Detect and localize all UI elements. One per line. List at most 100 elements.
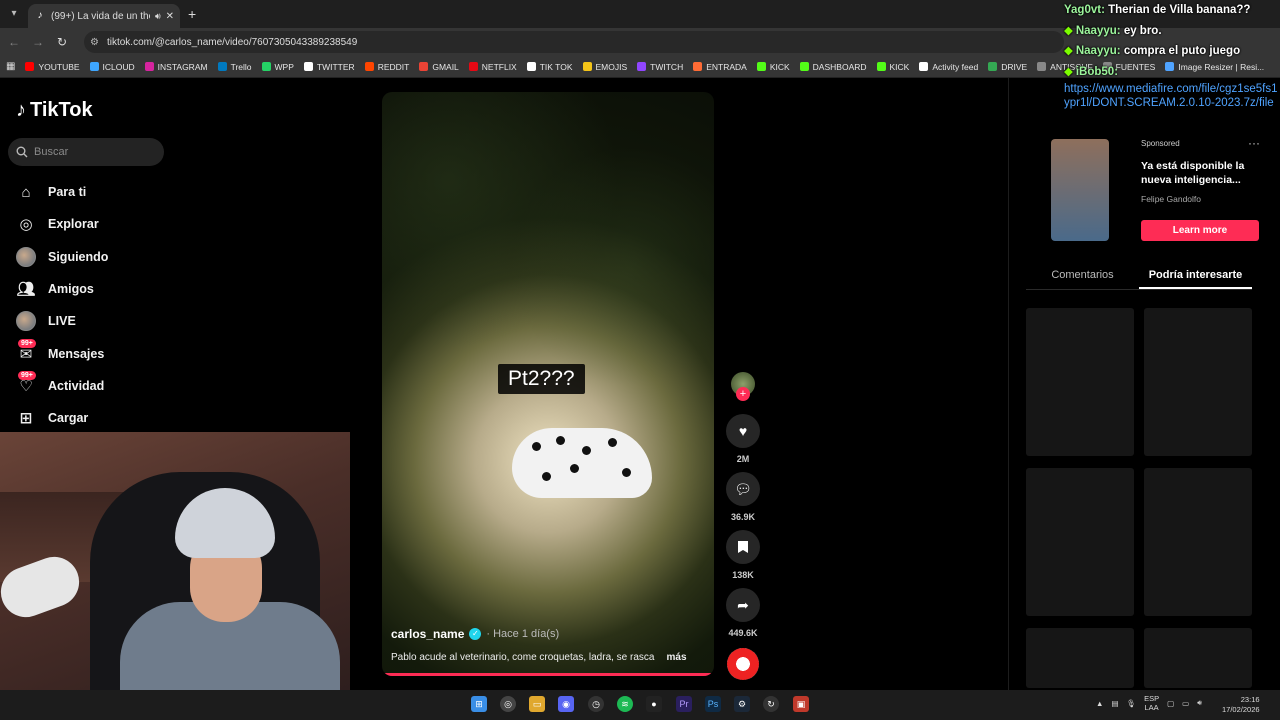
sidebar-item-mensajes[interactable]: ✉ 99+ Mensajes bbox=[16, 337, 216, 369]
apps-icon[interactable]: ▦ bbox=[6, 61, 15, 72]
tiktok-logo[interactable]: ♪ TikTok bbox=[16, 99, 93, 122]
windows-start-icon[interactable]: ⊞ bbox=[471, 696, 487, 712]
site-info-icon[interactable]: ⚙︎ bbox=[90, 37, 99, 48]
bookmark-item[interactable]: DASHBOARD bbox=[799, 62, 867, 72]
bookmark-label: Trello bbox=[230, 61, 252, 72]
bookmark-item[interactable]: TWITCH bbox=[637, 62, 683, 72]
audio-icon[interactable]: 🔊︎ bbox=[155, 11, 161, 22]
comment-icon[interactable]: 💬︎ bbox=[726, 472, 760, 506]
flag-icon[interactable]: ▤ bbox=[1111, 699, 1118, 708]
save-count: 138K bbox=[732, 570, 754, 580]
system-clock[interactable]: 23:16 17/02/2026 bbox=[1222, 695, 1260, 715]
share-icon[interactable]: ➦ bbox=[726, 588, 760, 622]
right-panel-tabs: Comentarios Podría interesarte bbox=[1026, 262, 1252, 290]
bookmark-item[interactable]: KICK bbox=[876, 62, 909, 72]
author-name[interactable]: carlos_name bbox=[391, 627, 464, 641]
bookmark-label: YOUTUBE bbox=[38, 61, 80, 72]
chat-username: Naayyu: bbox=[1075, 45, 1121, 57]
network-icon[interactable]: ▭ bbox=[1182, 699, 1189, 708]
bookmark-item[interactable]: Trello bbox=[217, 61, 252, 72]
sidebar-item-explorar[interactable]: ◎ Explorar bbox=[16, 208, 216, 240]
bookmark-item[interactable]: TIK TOK bbox=[526, 61, 573, 72]
video-progress-bar[interactable] bbox=[382, 673, 714, 676]
chat-icon[interactable]: ▢ bbox=[1167, 699, 1174, 708]
premiere-pro-icon[interactable]: Pr bbox=[676, 696, 692, 712]
microphone-icon[interactable]: 🎙︎ bbox=[1127, 699, 1137, 708]
tab-comments[interactable]: Comentarios bbox=[1026, 262, 1139, 289]
comment-count: 36.9K bbox=[730, 512, 756, 522]
learn-more-button[interactable]: Learn more bbox=[1141, 220, 1259, 241]
video-placeholder bbox=[1144, 468, 1252, 616]
sidebar-item-actividad[interactable]: ♡ 99+ Actividad bbox=[16, 370, 216, 402]
sponsored-ad[interactable]: Sponsored ··· Ya está disponible la nuev… bbox=[1026, 134, 1262, 246]
heart-icon[interactable]: ♥ bbox=[726, 414, 760, 448]
tab-recommended[interactable]: Podría interesarte bbox=[1139, 262, 1252, 289]
bookmark-item[interactable]: ENTRADA bbox=[693, 62, 747, 72]
search-input[interactable]: Buscar bbox=[8, 138, 164, 166]
lang-code: ESP bbox=[1144, 694, 1160, 703]
refresh-app-icon[interactable]: ↻ bbox=[763, 696, 779, 712]
chat-link[interactable]: https://www.mediafire.com/file/cgz1se5fs… bbox=[1064, 82, 1280, 110]
save-action: 138K bbox=[726, 530, 760, 580]
close-tab-icon[interactable]: ✕ bbox=[166, 11, 174, 22]
sidebar-item-label: Cargar bbox=[48, 411, 89, 426]
tab-search-icon[interactable]: ▾ bbox=[6, 6, 22, 22]
new-tab-button[interactable]: + bbox=[188, 6, 196, 22]
language-indicator[interactable]: ESP LAA bbox=[1144, 694, 1159, 712]
sidebar-item-para-ti[interactable]: ⌂ Para ti bbox=[16, 176, 216, 208]
file-explorer-icon[interactable]: ▭ bbox=[529, 696, 545, 712]
sidebar-item-amigos[interactable]: 👥︎ Amigos bbox=[16, 273, 216, 305]
creator-avatar[interactable]: + bbox=[731, 372, 755, 401]
bookmark-label: KICK bbox=[769, 61, 790, 72]
bookmark-item[interactable]: WPP bbox=[261, 62, 294, 72]
sidebar-item-siguiendo[interactable]: Siguiendo bbox=[16, 241, 216, 273]
chrome-icon[interactable]: ◎ bbox=[500, 696, 516, 712]
bookmark-item[interactable]: YOUTUBE bbox=[25, 61, 80, 72]
music-disc-icon[interactable] bbox=[727, 648, 759, 680]
sidebar-item-label: Amigos bbox=[48, 282, 94, 297]
volume-icon[interactable]: 🔊︎ bbox=[1197, 698, 1202, 708]
back-icon[interactable]: ← bbox=[6, 34, 22, 50]
photoshop-icon[interactable]: Ps bbox=[705, 696, 721, 712]
reload-icon[interactable]: ↻ bbox=[54, 34, 70, 50]
sidebar-item-label: LIVE bbox=[48, 314, 76, 329]
like-action: ♥ 2M bbox=[726, 414, 760, 464]
more-options-icon[interactable]: ··· bbox=[1248, 136, 1260, 150]
forward-icon[interactable]: → bbox=[30, 34, 46, 50]
clock-app-icon[interactable]: ◷ bbox=[588, 696, 604, 712]
bookmark-item[interactable]: ICLOUD bbox=[89, 62, 135, 72]
ad-thumbnail[interactable] bbox=[1051, 139, 1109, 241]
sidebar-item-cargar[interactable]: ⊞ Cargar bbox=[16, 402, 216, 434]
steam-icon[interactable]: ⚙ bbox=[734, 696, 750, 712]
video-player[interactable]: Pt2??? carlos_name ✓ · Hace 1 día(s) Pab… bbox=[382, 92, 714, 676]
chat-text: compra el puto juego bbox=[1123, 45, 1241, 57]
discord-icon[interactable]: ◉ bbox=[558, 696, 574, 712]
spotify-icon[interactable]: ≋ bbox=[617, 696, 633, 712]
bookmark-item[interactable]: DRIVE bbox=[988, 62, 1027, 72]
logo-text: TikTok bbox=[30, 99, 93, 121]
bookmark-item[interactable]: TWITTER bbox=[303, 62, 355, 72]
chevron-up-icon[interactable]: ▲ bbox=[1096, 699, 1103, 708]
bookmark-label: EMOJIS bbox=[595, 61, 628, 72]
chat-username: iBob50: bbox=[1075, 65, 1119, 78]
browser-tab[interactable]: ♪ (99+) La vida de un therian 🔊︎ ✕ bbox=[28, 4, 180, 28]
url-input[interactable]: ⚙︎ tiktok.com/@carlos_name/video/7607305… bbox=[84, 31, 1064, 53]
voicemod-icon[interactable]: ▣ bbox=[793, 696, 809, 712]
sidebar-item-live[interactable]: LIVE bbox=[16, 305, 216, 337]
video-placeholder bbox=[1026, 308, 1134, 456]
bookmark-label: DRIVE bbox=[1001, 61, 1028, 72]
more-link[interactable]: más bbox=[666, 652, 686, 663]
bookmark-label: TIK TOK bbox=[539, 61, 573, 72]
bookmark-item[interactable]: REDDIT bbox=[364, 62, 409, 72]
bookmark-item[interactable]: EMOJIS bbox=[582, 61, 628, 72]
bookmark-item[interactable]: KICK bbox=[756, 61, 790, 72]
follow-plus-icon[interactable]: + bbox=[736, 387, 750, 401]
bookmark-item[interactable]: INSTAGRAM bbox=[144, 62, 208, 72]
posted-time: · Hace 1 día(s) bbox=[486, 628, 560, 640]
bookmark-item[interactable]: GMAIL bbox=[419, 62, 459, 72]
bookmark-icon[interactable] bbox=[726, 530, 760, 564]
bookmark-item[interactable]: NETFLIX bbox=[468, 62, 517, 72]
bookmark-item[interactable]: Activity feed bbox=[919, 62, 978, 72]
sidebar-item-label: Mensajes bbox=[48, 346, 105, 361]
github-icon[interactable]: ● bbox=[646, 696, 662, 712]
